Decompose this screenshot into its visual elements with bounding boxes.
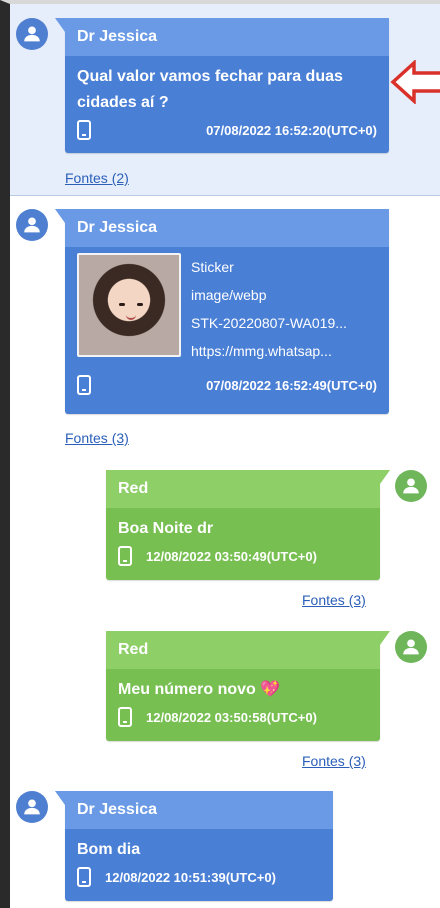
phone-icon [77, 375, 91, 395]
message-text: Qual valor vamos fechar para duas cidade… [77, 68, 343, 111]
sticker-thumbnail[interactable] [77, 253, 181, 357]
sender-name: Dr Jessica [65, 791, 333, 829]
red-arrow-icon [390, 60, 440, 104]
message-text: Boa Noite dr [118, 520, 214, 537]
sender-name: Red [106, 631, 380, 669]
message-timestamp: 12/08/2022 03:50:49(UTC+0) [146, 548, 317, 564]
message-timestamp: 07/08/2022 16:52:20(UTC+0) [206, 122, 377, 138]
chat-thread[interactable]: Dr Jessica Qual valor vamos fechar para … [10, 4, 440, 908]
phone-icon [118, 546, 132, 566]
message-timestamp: 12/08/2022 10:51:39(UTC+0) [105, 869, 276, 885]
phone-icon [77, 120, 91, 140]
sources-link[interactable]: Fontes (3) [302, 592, 366, 608]
message-timestamp: 07/08/2022 16:52:49(UTC+0) [206, 377, 377, 393]
attachment-mime: image/webp [191, 287, 267, 303]
sources-link[interactable]: Fontes (2) [65, 170, 129, 186]
phone-icon [118, 707, 132, 727]
message-text: Bom dia [77, 841, 141, 858]
attachment-filename: STK-20220807-WA019... [191, 315, 347, 331]
message-bubble[interactable]: Red Meu número novo 💖 12/08/2022 03:50:5… [106, 631, 390, 741]
message-bubble[interactable]: Dr Jessica Sticker image/webp STK-202208… [55, 209, 389, 414]
message-timestamp: 12/08/2022 03:50:58(UTC+0) [146, 709, 317, 725]
user-avatar-icon [395, 470, 427, 502]
sender-name: Red [106, 470, 380, 508]
user-avatar-icon [395, 631, 427, 663]
user-avatar-icon [16, 209, 48, 241]
sender-name: Dr Jessica [65, 209, 389, 247]
message-text: Meu número novo 💖 [118, 681, 281, 698]
message-bubble[interactable]: Dr Jessica Bom dia 12/08/2022 10:51:39(U… [55, 791, 333, 901]
sources-link[interactable]: Fontes (3) [65, 430, 129, 446]
user-avatar-icon [16, 791, 48, 823]
phone-icon [77, 867, 91, 887]
message-bubble[interactable]: Red Boa Noite dr 12/08/2022 03:50:49(UTC… [106, 470, 390, 580]
sources-link[interactable]: Fontes (3) [302, 753, 366, 769]
message-bubble[interactable]: Dr Jessica Qual valor vamos fechar para … [55, 18, 389, 153]
sender-name: Dr Jessica [65, 18, 389, 56]
user-avatar-icon [16, 18, 48, 50]
attachment-url[interactable]: https://mmg.whatsap... [191, 337, 347, 365]
attachment-label: Sticker [191, 259, 234, 275]
